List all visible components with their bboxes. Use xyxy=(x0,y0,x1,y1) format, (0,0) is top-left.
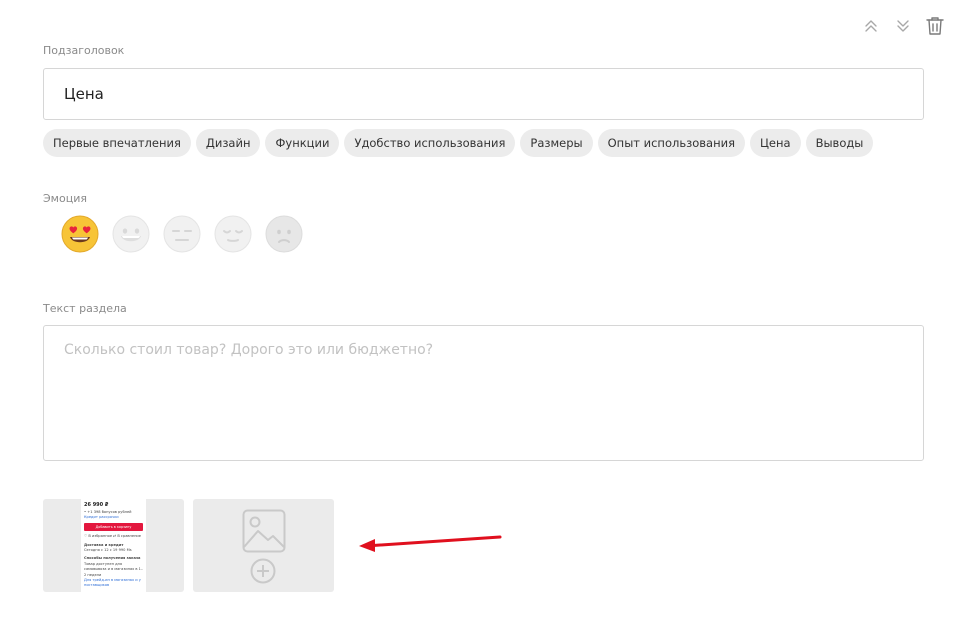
image-placeholder-icon xyxy=(242,509,286,553)
thumb-delivery-text: Сегодня с 12 с 19 990 Ms xyxy=(84,548,132,553)
thumb-fav: ♡ В избранное ⇄ В сравнение xyxy=(84,534,141,539)
emotion-picker xyxy=(61,215,303,253)
section-actions xyxy=(858,14,958,38)
add-image-button[interactable] xyxy=(193,499,334,592)
tag-chip[interactable]: Выводы xyxy=(805,129,874,157)
tag-chip[interactable]: Размеры xyxy=(520,129,593,157)
neutral-emoji[interactable] xyxy=(163,215,201,253)
chevrons-up-icon[interactable] xyxy=(858,14,884,38)
uploaded-image-thumbnail[interactable]: 26 990 ₽ • +1 398 бонусов рублей Кредит … xyxy=(43,499,184,592)
heart-eyes-emoji[interactable] xyxy=(61,215,99,253)
thumb-price: 26 990 ₽ xyxy=(84,502,109,508)
thumb-link: Кредит рассрочки xyxy=(84,514,119,519)
tag-chip[interactable]: Функции xyxy=(265,129,340,157)
tag-chip[interactable]: Первые впечатления xyxy=(43,129,191,157)
thumb-pickup-text: Товар доступен для самовывоза и в магази… xyxy=(84,561,143,577)
thumbnail-screenshot: 26 990 ₽ • +1 398 бонусов рублей Кредит … xyxy=(81,499,146,592)
thumb-cart-button: Добавить в корзину xyxy=(84,523,143,532)
tag-chip[interactable]: Дизайн xyxy=(195,129,261,157)
relieved-emoji[interactable] xyxy=(214,215,252,253)
section-text-label: Текст раздела xyxy=(43,302,127,315)
thumb-link-2: Для трейд-ин в магазинах и у поставщиков xyxy=(84,578,141,588)
tag-chip[interactable]: Цена xyxy=(750,129,801,157)
chevrons-down-icon[interactable] xyxy=(890,14,916,38)
annotation-arrow-icon xyxy=(359,535,502,552)
section-text-input[interactable] xyxy=(43,325,924,461)
subheading-input[interactable] xyxy=(43,68,924,120)
frowning-emoji[interactable] xyxy=(265,215,303,253)
tag-chip[interactable]: Опыт использования xyxy=(597,129,745,157)
tag-chip[interactable]: Удобство использования xyxy=(344,129,516,157)
subheading-suggestions: Первые впечатления Дизайн Функции Удобст… xyxy=(43,129,874,157)
emotion-label: Эмоция xyxy=(43,192,87,205)
plus-icon xyxy=(250,558,276,584)
trash-icon[interactable] xyxy=(922,14,948,38)
grinning-emoji[interactable] xyxy=(112,215,150,253)
subheading-label: Подзаголовок xyxy=(43,44,125,57)
